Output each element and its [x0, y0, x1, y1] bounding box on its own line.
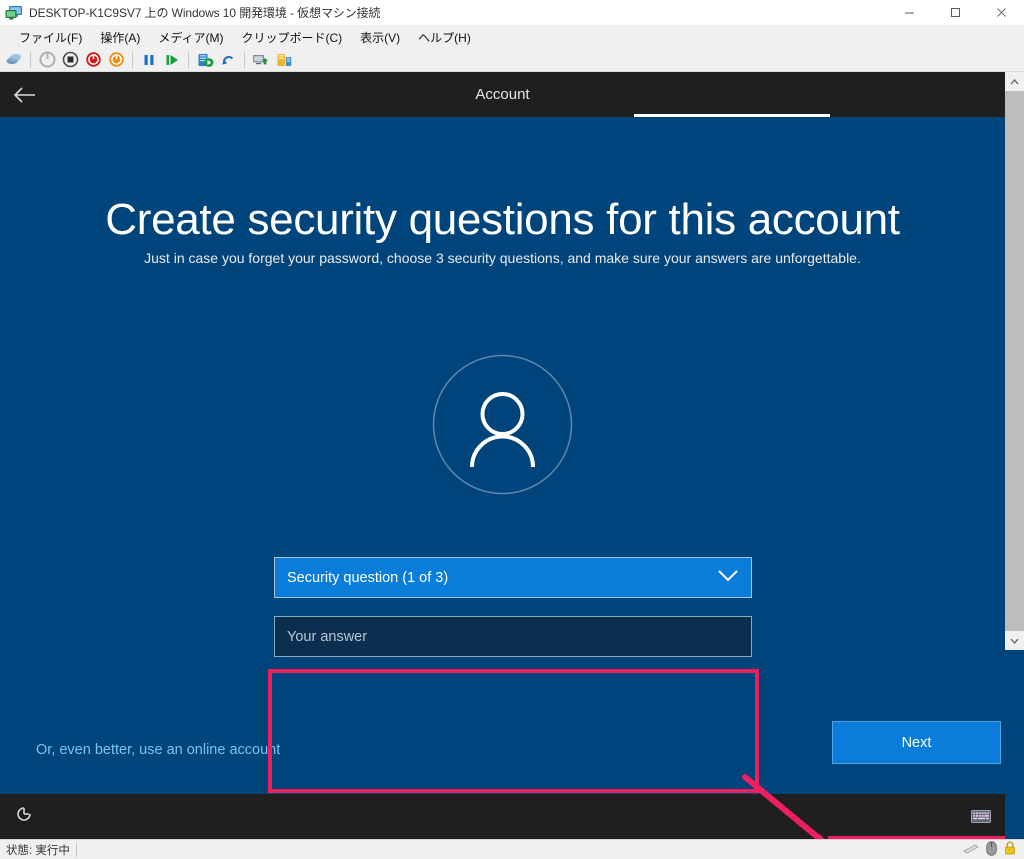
- vertical-scrollbar[interactable]: [1005, 72, 1024, 839]
- menu-action[interactable]: 操作(A): [91, 27, 149, 48]
- on-screen-keyboard-icon[interactable]: [971, 809, 991, 824]
- security-question-fields: Security question (1 of 3) Your answer: [274, 557, 752, 657]
- menu-view[interactable]: 表示(V): [351, 27, 409, 48]
- menu-file[interactable]: ファイル(F): [10, 27, 91, 48]
- enhanced-session-icon[interactable]: [250, 49, 272, 71]
- shutdown-icon[interactable]: [82, 49, 104, 71]
- menubar: ファイル(F) 操作(A) メディア(M) クリップボード(C) 表示(V) ヘ…: [0, 26, 1024, 48]
- oobe-body: Create security questions for this accou…: [0, 117, 1005, 839]
- ctrl-alt-del-icon[interactable]: [3, 49, 25, 71]
- status-separator: [75, 842, 77, 857]
- lock-icon: [1004, 841, 1016, 858]
- subheading: Just in case you forget your password, c…: [144, 250, 861, 266]
- avatar-wrap: [0, 354, 1005, 495]
- back-arrow-icon[interactable]: [0, 85, 50, 105]
- settings-icon[interactable]: [273, 49, 295, 71]
- virtual-machine-connection-window: DESKTOP-K1C9SV7 上の Windows 10 開発環境 - 仮想マ…: [0, 0, 1024, 859]
- answer-input-placeholder: Your answer: [287, 628, 368, 645]
- resume-icon[interactable]: [161, 49, 183, 71]
- mouse-icon: [986, 840, 997, 859]
- scroll-up-icon[interactable]: [1005, 72, 1024, 91]
- security-question-dropdown[interactable]: Security question (1 of 3): [274, 557, 752, 598]
- status-icons: [963, 840, 1024, 859]
- toolbar-separator: [30, 51, 31, 68]
- status-text: 状態: 実行中: [6, 844, 70, 857]
- statusbar: 状態: 実行中: [0, 839, 1024, 859]
- security-question-dropdown-label: Security question (1 of 3): [287, 569, 449, 586]
- windows-oobe-account-page: Account Create security questions for th…: [0, 72, 1005, 839]
- window-title: DESKTOP-K1C9SV7 上の Windows 10 開発環境 - 仮想マ…: [29, 6, 381, 20]
- virtual-machine-icon: [5, 5, 23, 21]
- heading: Create security questions for this accou…: [105, 195, 900, 244]
- window-titlebar: DESKTOP-K1C9SV7 上の Windows 10 開発環境 - 仮想マ…: [0, 0, 1024, 26]
- menu-media[interactable]: メディア(M): [149, 27, 232, 48]
- maximize-button[interactable]: [932, 0, 978, 26]
- oobe-header: Account: [0, 72, 1005, 117]
- keyboard-icon: [963, 843, 979, 857]
- vm-screen: Account Create security questions for th…: [0, 72, 1024, 839]
- chevron-down-icon: [717, 569, 739, 586]
- toolbar-separator-3: [188, 51, 189, 68]
- toolbar-separator-4: [244, 51, 245, 68]
- toolbar-separator-2: [132, 51, 133, 68]
- turnoff-icon[interactable]: [105, 49, 127, 71]
- close-button[interactable]: [978, 0, 1024, 26]
- oobe-footer: [0, 794, 1005, 839]
- next-button[interactable]: Next: [832, 721, 1001, 764]
- toolbar: [0, 48, 1024, 72]
- revert-icon[interactable]: [217, 49, 239, 71]
- answer-input[interactable]: Your answer: [274, 616, 752, 657]
- pause-icon[interactable]: [138, 49, 160, 71]
- scrollbar-thumb[interactable]: [1005, 91, 1024, 631]
- menu-help[interactable]: ヘルプ(H): [409, 27, 480, 48]
- start-icon[interactable]: [36, 49, 58, 71]
- checkpoint-icon[interactable]: [194, 49, 216, 71]
- online-account-link[interactable]: Or, even better, use an online account: [36, 742, 280, 758]
- person-avatar-icon: [432, 354, 573, 495]
- stop-icon[interactable]: [59, 49, 81, 71]
- minimize-button[interactable]: [886, 0, 932, 26]
- page-title: Account: [475, 86, 530, 103]
- annotation-box-fields: [268, 669, 759, 793]
- scroll-down-icon[interactable]: [1005, 631, 1024, 650]
- menu-clipboard[interactable]: クリップボード(C): [232, 27, 351, 48]
- ease-of-access-icon[interactable]: [14, 804, 34, 829]
